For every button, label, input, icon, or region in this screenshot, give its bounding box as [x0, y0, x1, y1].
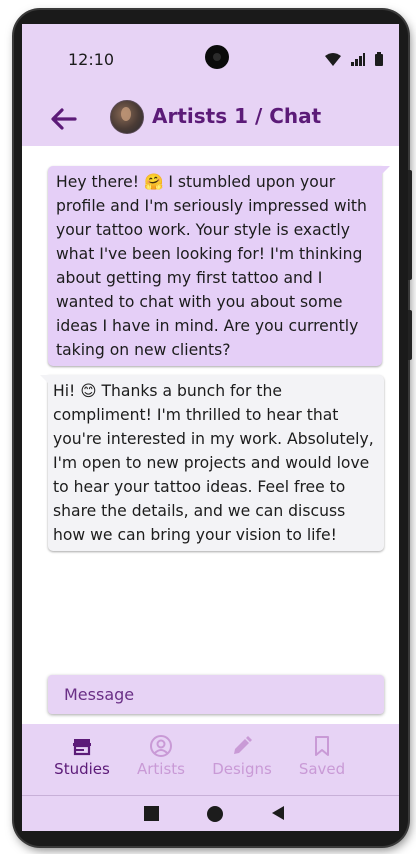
volume-button	[408, 170, 412, 280]
nav-label-saved: Saved	[298, 760, 346, 778]
top-app-bar: Artists 1 / Chat	[22, 92, 399, 146]
battery-icon	[375, 52, 383, 66]
system-navigation	[22, 796, 399, 831]
nav-item-artists[interactable]: Artists	[121, 734, 201, 778]
page-title: Artists 1 / Chat	[152, 104, 322, 128]
sent-message-bubble: Hey there! 🤗 I stumbled upon your profil…	[48, 166, 390, 366]
account-circle-icon	[150, 735, 172, 757]
recents-icon[interactable]	[144, 806, 159, 821]
status-time: 12:10	[68, 50, 115, 69]
arrow-left-icon[interactable]	[48, 104, 78, 134]
power-button	[408, 310, 412, 360]
nav-label-artists: Artists	[137, 760, 185, 778]
bookmark-icon	[315, 736, 329, 756]
home-icon[interactable]	[207, 806, 223, 822]
nav-item-studies[interactable]: Studies	[42, 734, 122, 778]
wifi-icon	[325, 53, 341, 66]
front-camera	[205, 45, 229, 69]
storefront-icon	[73, 739, 91, 756]
nav-item-designs[interactable]: Designs	[202, 734, 282, 778]
nav-label-studies: Studies	[54, 760, 110, 778]
status-icons	[325, 52, 383, 66]
nav-label-designs: Designs	[212, 760, 272, 778]
nav-item-saved[interactable]: Saved	[282, 734, 362, 778]
status-bar: 12:10	[22, 24, 399, 92]
chat-thread: Hey there! 🤗 I stumbled upon your profil…	[22, 146, 399, 706]
app-screen: 12:10 Artists 1 / Chat Hey there! 🤗 I st…	[22, 24, 399, 831]
pencil-icon	[234, 736, 252, 754]
bottom-navigation: Studies Artists Designs Saved	[22, 724, 399, 796]
received-message-bubble: Hi! 😊 Thanks a bunch for the compliment!…	[40, 375, 384, 551]
message-input[interactable]	[48, 675, 384, 714]
back-icon[interactable]	[272, 806, 284, 820]
signal-icon	[351, 53, 365, 66]
artist-avatar[interactable]	[110, 100, 144, 134]
